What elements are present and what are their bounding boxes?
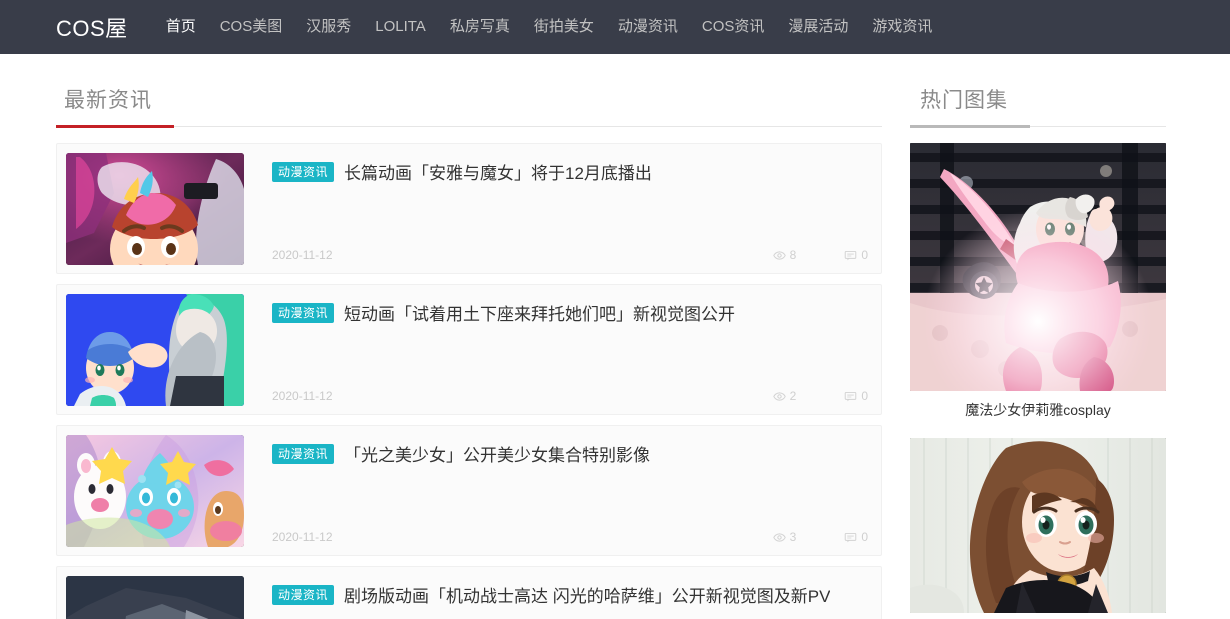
gallery-thumbnail[interactable] — [910, 438, 1166, 613]
top-navigation-bar: COS屋 首页 COS美图 汉服秀 LOLITA 私房写真 街拍美女 动漫资讯 … — [0, 0, 1230, 54]
article-title-row: 动漫资讯 「光之美少女」公开美少女集合特别影像 — [272, 441, 868, 466]
nav-item-cos-news[interactable]: COS资讯 — [690, 0, 777, 54]
article-thumbnail[interactable] — [66, 294, 244, 406]
latest-news-column: 最新资讯 动漫资讯 长篇动画「安雅与魔女」将于12月底播出 2020-11-12… — [56, 54, 882, 619]
nav-item-home[interactable]: 首页 — [154, 0, 208, 54]
comment-count-value: 0 — [861, 248, 868, 262]
article-title-row: 动漫资讯 短动画「试着用土下座来拜托她们吧」新视觉图公开 — [272, 300, 868, 325]
nav-item-cos-photos[interactable]: COS美图 — [208, 0, 295, 54]
section-underline-accent — [56, 125, 174, 128]
article-category-badge[interactable]: 动漫资讯 — [272, 302, 335, 323]
article-category-badge[interactable]: 动漫资讯 — [272, 584, 335, 605]
article-meta: 2020-11-12 3 0 — [272, 530, 868, 546]
site-logo[interactable]: COS屋 — [56, 11, 128, 43]
article-date: 2020-11-12 — [272, 248, 333, 262]
hot-gallery-column: 热门图集 魔法少女伊莉雅cosplay — [910, 54, 1166, 619]
gundam-hathaway-image — [66, 576, 244, 619]
section-underline-gray — [910, 125, 1030, 128]
article-view-count: 8 — [772, 248, 797, 262]
illya-magical-girl-cosplay-image — [910, 143, 1166, 391]
article-category-badge[interactable]: 动漫资讯 — [272, 161, 335, 182]
article-title[interactable]: 剧场版动画「机动战士高达 闪光的哈萨维」公开新视觉图及新PV — [344, 582, 830, 607]
article-comment-count: 0 — [844, 389, 868, 403]
precure-mascots-image — [66, 435, 244, 547]
article-title-row: 动漫资讯 长篇动画「安雅与魔女」将于12月底播出 — [272, 159, 868, 184]
article-body: 动漫资讯 「光之美少女」公开美少女集合特别影像 2020-11-12 3 0 — [244, 435, 872, 546]
comment-count-value: 0 — [861, 389, 868, 403]
earwig-witch-cg-image — [66, 153, 244, 265]
gallery-item[interactable] — [910, 438, 1166, 619]
article-title[interactable]: 短动画「试着用土下座来拜托她们吧」新视觉图公开 — [344, 300, 735, 325]
nav-item-hanfu[interactable]: 汉服秀 — [294, 0, 363, 54]
article-title[interactable]: 「光之美少女」公开美少女集合特别影像 — [344, 441, 650, 466]
gallery-thumbnail[interactable] — [910, 143, 1166, 391]
nav-item-street-snap[interactable]: 街拍美女 — [522, 0, 606, 54]
gallery-list: 魔法少女伊莉雅cosplay — [910, 143, 1166, 619]
portrait-brown-hair-choker-image — [910, 438, 1166, 613]
article-date: 2020-11-12 — [272, 389, 333, 403]
gallery-caption — [910, 613, 1166, 619]
article-title-row: 动漫资讯 剧场版动画「机动战士高达 闪光的哈萨维」公开新视觉图及新PV — [272, 582, 868, 607]
article-view-count: 3 — [772, 530, 797, 544]
article-list: 动漫资讯 长篇动画「安雅与魔女」将于12月底播出 2020-11-12 8 0 … — [56, 143, 882, 619]
hot-gallery-heading: 热门图集 — [910, 54, 1166, 128]
article-date: 2020-11-12 — [272, 530, 333, 544]
latest-news-heading: 最新资讯 — [56, 54, 882, 128]
view-count-value: 3 — [789, 530, 797, 544]
article-thumbnail[interactable] — [66, 576, 244, 619]
section-title-hot-gallery: 热门图集 — [920, 89, 1008, 112]
nav-item-anime-news[interactable]: 动漫资讯 — [606, 0, 690, 54]
article-row[interactable]: 动漫资讯 「光之美少女」公开美少女集合特别影像 2020-11-12 3 0 — [56, 425, 882, 556]
article-row[interactable]: 动漫资讯 长篇动画「安雅与魔女」将于12月底播出 2020-11-12 8 0 — [56, 143, 882, 274]
article-body: 动漫资讯 长篇动画「安雅与魔女」将于12月底播出 2020-11-12 8 0 — [244, 153, 872, 264]
article-category-badge[interactable]: 动漫资讯 — [272, 443, 335, 464]
article-meta: 2020-11-12 8 0 — [272, 248, 868, 264]
comment-icon — [845, 532, 857, 542]
page-content: 最新资讯 动漫资讯 长篇动画「安雅与魔女」将于12月底播出 2020-11-12… — [0, 54, 1230, 619]
article-body: 动漫资讯 短动画「试着用土下座来拜托她们吧」新视觉图公开 2020-11-12 … — [244, 294, 872, 405]
comment-icon — [845, 391, 857, 401]
section-title-latest: 最新资讯 — [64, 89, 152, 112]
article-comment-count: 0 — [844, 248, 868, 262]
nav-menu: 首页 COS美图 汉服秀 LOLITA 私房写真 街拍美女 动漫资讯 COS资讯… — [154, 0, 945, 54]
article-row[interactable]: 动漫资讯 剧场版动画「机动战士高达 闪光的哈萨维」公开新视觉图及新PV 2020… — [56, 566, 882, 619]
article-view-count: 2 — [772, 389, 797, 403]
article-row[interactable]: 动漫资讯 短动画「试着用土下座来拜托她们吧」新视觉图公开 2020-11-12 … — [56, 284, 882, 415]
nav-item-game-news[interactable]: 游戏资讯 — [860, 0, 944, 54]
nav-item-private-photo[interactable]: 私房写真 — [438, 0, 522, 54]
view-count-value: 2 — [789, 389, 797, 403]
article-meta: 2020-11-12 2 0 — [272, 389, 868, 405]
view-count-value: 8 — [789, 248, 797, 262]
eye-icon — [772, 532, 786, 542]
nav-item-lolita[interactable]: LOLITA — [363, 0, 438, 54]
article-title[interactable]: 长篇动画「安雅与魔女」将于12月底播出 — [344, 159, 652, 184]
comment-icon — [845, 250, 857, 260]
article-thumbnail[interactable] — [66, 435, 244, 547]
comment-count-value: 0 — [861, 530, 868, 544]
article-thumbnail[interactable] — [66, 153, 244, 265]
article-body: 动漫资讯 剧场版动画「机动战士高达 闪光的哈萨维」公开新视觉图及新PV 2020… — [244, 576, 872, 619]
eye-icon — [772, 391, 786, 401]
anime-two-girls-blue-image — [66, 294, 244, 406]
article-comment-count: 0 — [844, 530, 868, 544]
gallery-item[interactable]: 魔法少女伊莉雅cosplay — [910, 143, 1166, 432]
gallery-caption: 魔法少女伊莉雅cosplay — [965, 402, 1111, 418]
nav-item-comic-events[interactable]: 漫展活动 — [776, 0, 860, 54]
eye-icon — [772, 250, 786, 260]
